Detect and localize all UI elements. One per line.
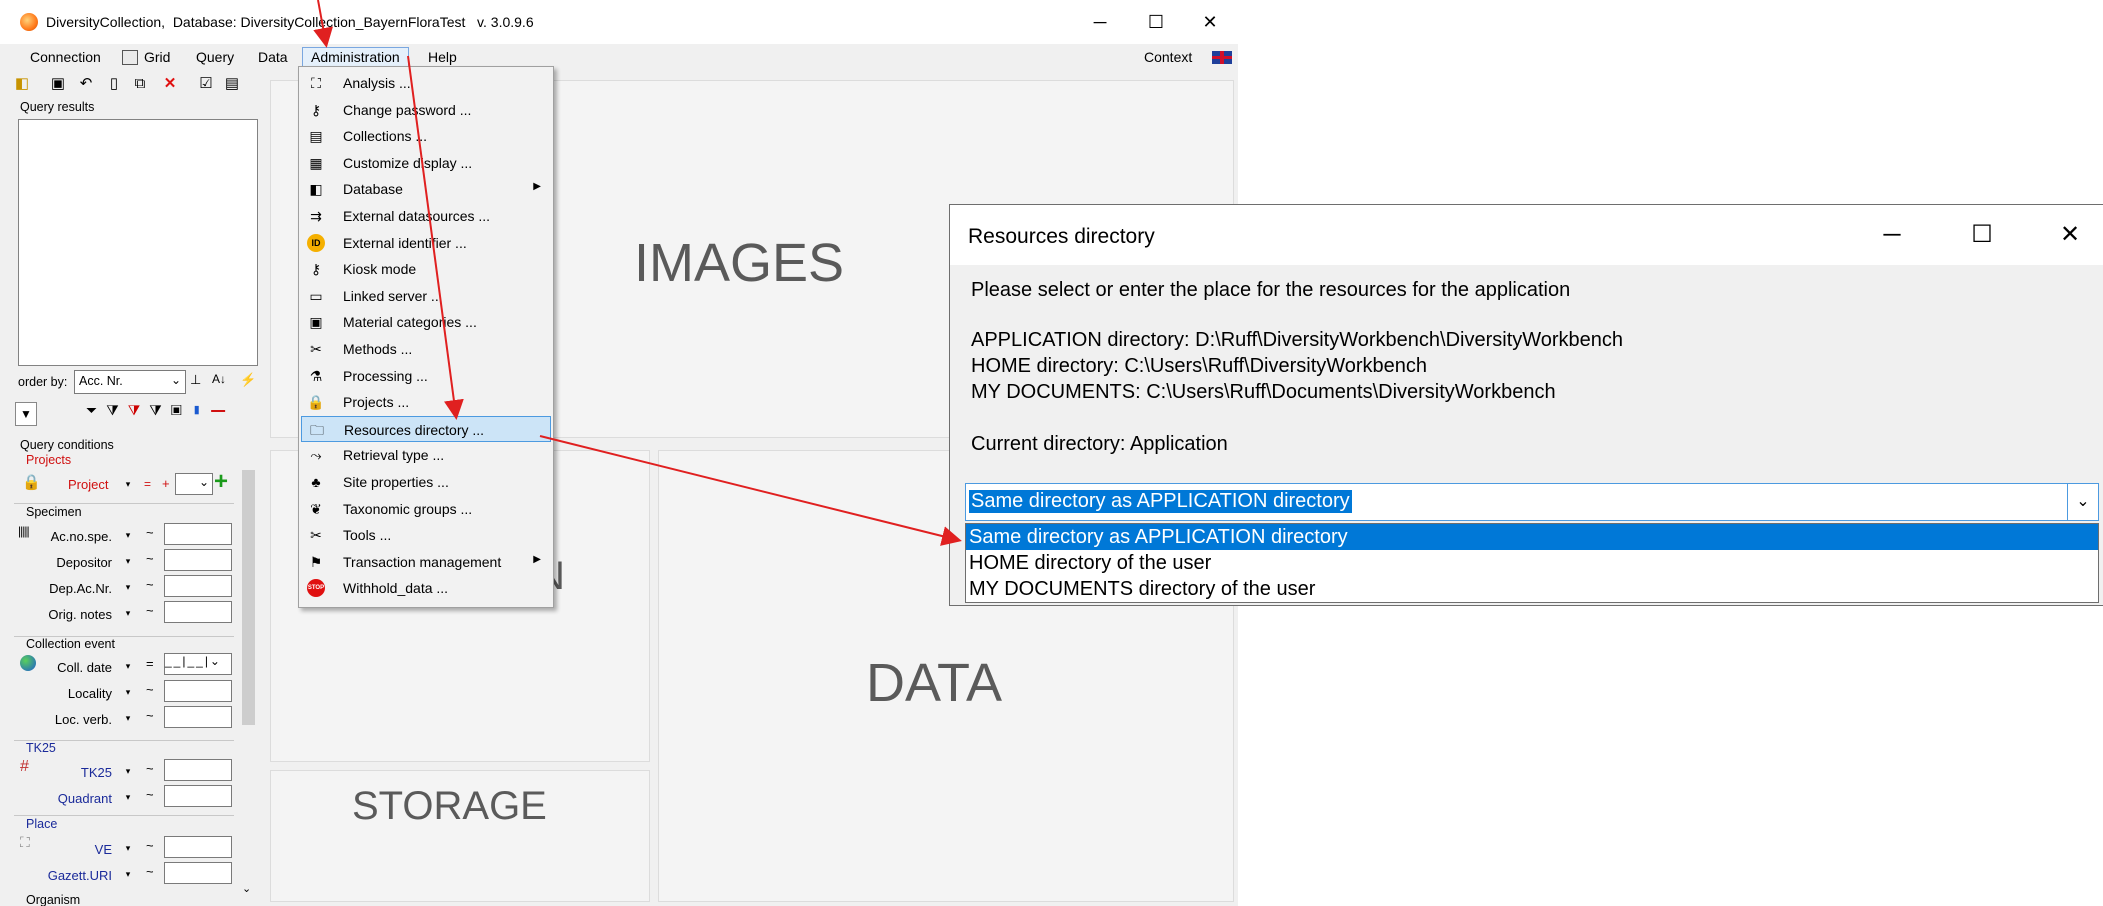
arrow-to-resources-item	[407, 55, 464, 420]
arrow-to-dialog	[539, 435, 962, 546]
arrow-to-administration	[313, 0, 333, 48]
annotation-arrows	[313, 0, 962, 546]
